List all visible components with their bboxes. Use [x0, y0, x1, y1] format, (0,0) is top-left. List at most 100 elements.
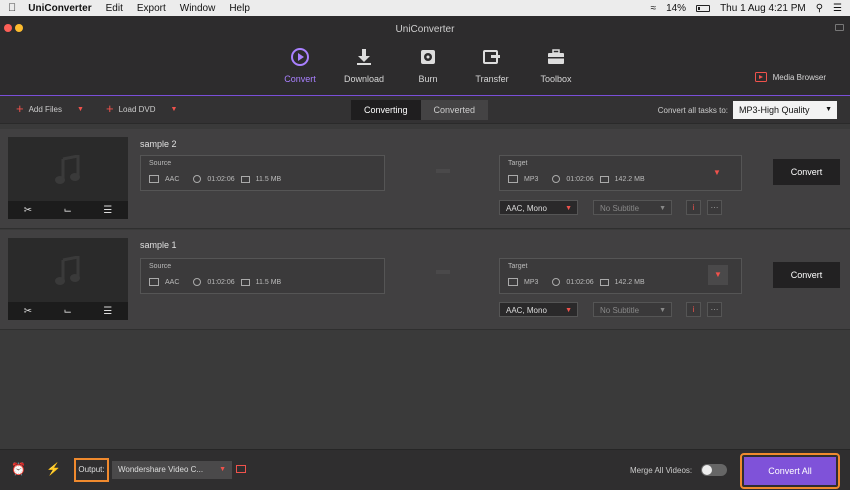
target-format: MP3 — [524, 278, 539, 286]
lightning-icon[interactable]: ⚡ — [46, 462, 61, 476]
open-folder-icon[interactable] — [236, 465, 246, 473]
convert-all-highlight: Convert All — [740, 453, 840, 489]
tab-download-label: Download — [343, 74, 385, 84]
tab-toolbox-label: Toolbox — [540, 74, 572, 84]
source-size: 11.5 MB — [255, 278, 282, 286]
convert-button[interactable]: Convert — [773, 159, 840, 185]
crop-icon[interactable]: ⌙ — [64, 306, 72, 317]
load-dvd-button[interactable]: + Load DVD ▼ — [106, 102, 178, 115]
convert-button[interactable]: Convert — [773, 262, 840, 288]
battery-icon[interactable] — [696, 4, 711, 12]
tab-download[interactable]: Download — [332, 46, 396, 84]
file-name: sample 1 — [140, 240, 177, 250]
chat-icon[interactable] — [835, 24, 844, 31]
add-files-label: Add Files — [28, 104, 62, 114]
menu-help[interactable]: Help — [229, 3, 250, 14]
target-label: Target — [508, 263, 528, 270]
audio-track-select[interactable]: AAC, Mono ▼ — [499, 200, 578, 215]
output-preset-value: MP3-High Quality — [739, 105, 810, 115]
source-duration: 01:02:06 — [207, 278, 235, 286]
crop-icon[interactable]: ⌙ — [64, 205, 72, 216]
play-circle-icon — [268, 46, 332, 68]
clock-icon — [193, 278, 202, 286]
apple-icon[interactable]:  — [8, 2, 16, 14]
file-name: sample 2 — [140, 139, 177, 149]
tab-transfer[interactable]: Transfer — [460, 46, 524, 84]
folder-icon — [240, 278, 250, 286]
menu-edit[interactable]: Edit — [106, 3, 123, 14]
clock-icon — [552, 278, 561, 286]
tab-converting[interactable]: Converting — [351, 100, 421, 120]
chevron-down-icon: ▼ — [659, 307, 666, 314]
film-icon — [149, 278, 159, 286]
settings-icon[interactable]: ⋯ — [707, 302, 722, 317]
settings-icon[interactable]: ⋯ — [707, 200, 722, 215]
target-info[interactable]: Target MP3 01:02:06 142.2 MB ▼ — [499, 258, 742, 294]
chevron-down-icon[interactable]: ▼ — [77, 106, 84, 113]
merge-videos-toggle[interactable] — [701, 464, 727, 476]
info-icon[interactable]: i — [686, 302, 701, 317]
window-title: UniConverter — [395, 24, 455, 35]
file-toolbar: + Add Files ▼ + Load DVD ▼ Converting Co… — [0, 96, 850, 124]
menu-app-name[interactable]: UniConverter — [28, 3, 91, 14]
folder-icon — [599, 278, 609, 286]
tab-burn-label: Burn — [418, 74, 438, 84]
wifi-icon[interactable]: ≈ — [651, 3, 657, 14]
scissors-icon[interactable]: ✂ — [24, 306, 32, 317]
effects-icon[interactable]: ☰ — [103, 306, 112, 317]
menu-list-icon[interactable]: ☰ — [833, 3, 842, 14]
scissors-icon[interactable]: ✂ — [24, 205, 32, 216]
file-row: ✂ ⌙ ☰ sample 2 Source AAC 01:02:06 11.5 … — [0, 129, 850, 229]
film-icon — [508, 278, 518, 286]
convert-all-tasks-label: Convert all tasks to: — [657, 106, 728, 115]
subtitle-value: No Subtitle — [600, 306, 640, 315]
tab-converted[interactable]: Converted — [420, 100, 489, 120]
arrow-right-icon — [436, 270, 450, 274]
chevron-down-icon: ▼ — [565, 205, 572, 212]
menu-window[interactable]: Window — [180, 3, 216, 14]
file-thumbnail[interactable]: ✂ ⌙ ☰ — [8, 137, 128, 219]
output-preset-select[interactable]: MP3-High Quality ▼ — [733, 101, 837, 119]
chevron-down-icon[interactable]: ▼ — [713, 168, 721, 177]
main-nav: Convert Download Burn Transfer Toolbox — [268, 46, 588, 84]
media-browser-icon — [754, 72, 767, 82]
subtitle-select[interactable]: No Subtitle ▼ — [593, 302, 672, 317]
source-format: AAC — [165, 175, 180, 183]
status-tabs: Converting Converted — [351, 100, 489, 120]
tab-convert[interactable]: Convert — [268, 46, 332, 84]
search-icon[interactable]: ⚲ — [816, 3, 823, 14]
target-duration: 01:02:06 — [566, 175, 594, 183]
film-icon — [508, 175, 518, 183]
media-browser-button[interactable]: Media Browser — [754, 72, 826, 82]
target-size: 142.2 MB — [614, 278, 645, 286]
clock-datetime[interactable]: Thu 1 Aug 4:21 PM — [720, 3, 806, 14]
source-label: Source — [149, 160, 172, 167]
thumbnail-tools: ✂ ⌙ ☰ — [8, 201, 128, 219]
tab-burn[interactable]: Burn — [396, 46, 460, 84]
output-folder-value: Wondershare Video C... — [118, 465, 204, 474]
file-thumbnail[interactable]: ✂ ⌙ ☰ — [8, 238, 128, 320]
effects-icon[interactable]: ☰ — [103, 205, 112, 216]
output-folder-select[interactable]: Wondershare Video C... ▼ — [112, 461, 232, 479]
output-label: Output: — [74, 458, 109, 482]
chevron-down-icon[interactable]: ▼ — [171, 106, 178, 113]
alarm-clock-icon[interactable]: ⏰ — [11, 462, 26, 476]
chevron-down-icon[interactable]: ▼ — [708, 265, 728, 285]
chevron-down-icon: ▼ — [219, 466, 226, 473]
add-files-button[interactable]: + Add Files ▼ — [16, 101, 84, 116]
tab-toolbox[interactable]: Toolbox — [524, 46, 588, 84]
target-info[interactable]: Target MP3 01:02:06 142.2 MB ▼ — [499, 155, 742, 191]
toolbox-icon — [524, 46, 588, 68]
disc-icon — [396, 46, 460, 68]
menu-export[interactable]: Export — [137, 3, 166, 14]
tab-convert-label: Convert — [284, 74, 316, 84]
music-note-icon — [55, 155, 80, 184]
audio-track-select[interactable]: AAC, Mono ▼ — [499, 302, 578, 317]
transfer-icon — [460, 46, 524, 68]
plus-icon: + — [16, 101, 24, 116]
info-icon[interactable]: i — [686, 200, 701, 215]
subtitle-select[interactable]: No Subtitle ▼ — [593, 200, 672, 215]
source-info: Source AAC 01:02:06 11.5 MB — [140, 155, 385, 191]
convert-all-button[interactable]: Convert All — [744, 457, 836, 485]
source-label: Source — [149, 263, 172, 270]
